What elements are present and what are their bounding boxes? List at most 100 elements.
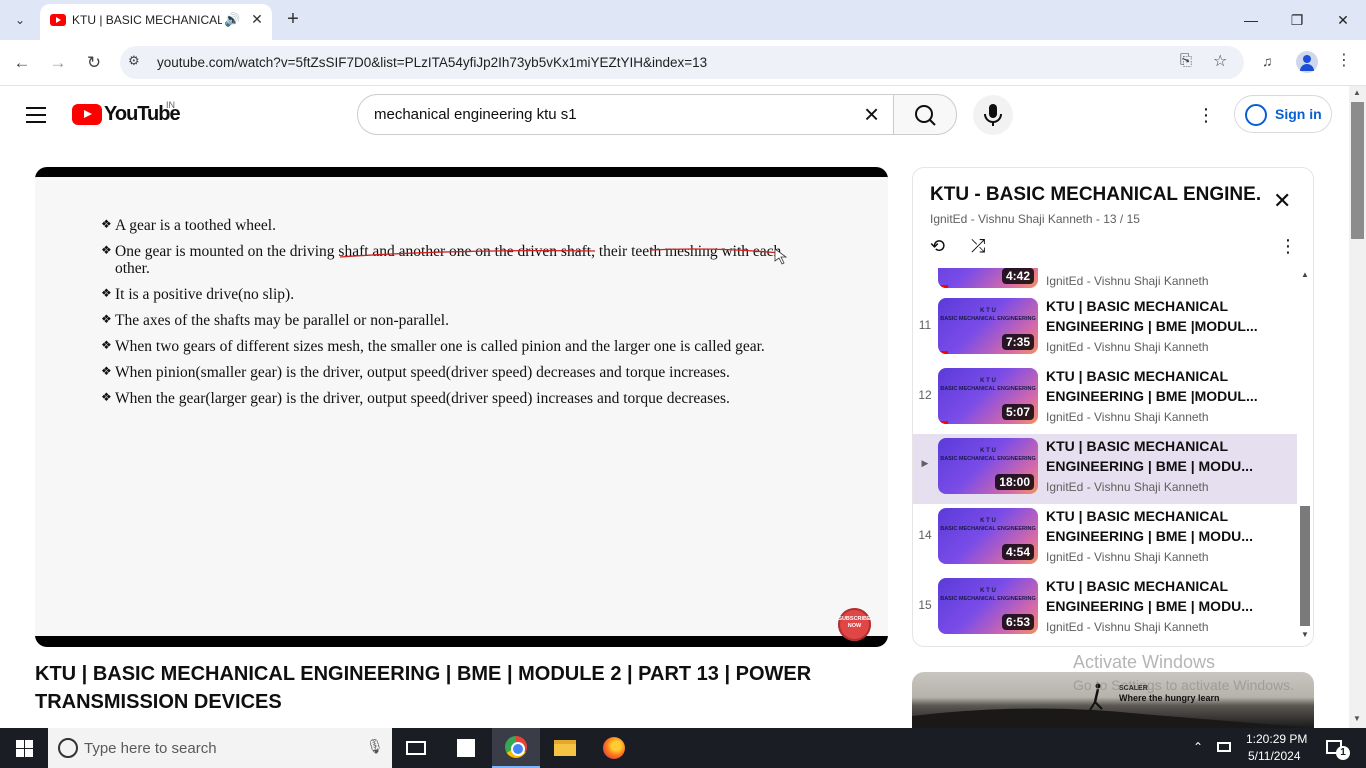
scroll-up-icon[interactable]: ▲ (1301, 270, 1309, 279)
item-index: 12 (918, 388, 932, 402)
activate-windows-subtitle: Go to Settings to activate Windows. (1073, 677, 1294, 693)
reload-icon[interactable]: ↻ (81, 50, 107, 76)
tab-strip: ⌄ KTU | BASIC MECHANICAL E 🔊 ✕ + — ❐ ✕ (0, 0, 1366, 40)
firefox-icon[interactable] (590, 728, 638, 768)
minimize-icon[interactable]: — (1236, 8, 1266, 32)
youtube-logo-icon[interactable] (72, 104, 102, 125)
clock-time[interactable]: 1:20:29 PM (1246, 732, 1307, 746)
scroll-down-icon[interactable]: ▼ (1301, 630, 1309, 639)
search-button[interactable] (893, 94, 957, 135)
hamburger-menu-icon[interactable] (26, 107, 46, 123)
video-frame-slide: ❖ A gear is a toothed wheel. ❖ One gear … (35, 177, 888, 641)
playlist-item-current[interactable]: ▶ K T U BASIC MECHANICAL ENGINEERING 18:0… (913, 434, 1297, 504)
close-icon[interactable]: ✕ (1273, 190, 1291, 212)
loop-icon[interactable]: ⟲ (930, 236, 945, 257)
playlist-item[interactable]: 12 K T U BASIC MECHANICAL ENGINEERING 5:0… (913, 364, 1297, 434)
tab-title: KTU | BASIC MECHANICAL E (72, 13, 222, 27)
video-thumbnail[interactable]: K T U BASIC MECHANICAL ENGINEERING 7:35 (938, 298, 1038, 354)
channel-name: IgnitEd - Vishnu Shaji Kanneth (1046, 620, 1209, 634)
duration-badge: 4:54 (1001, 544, 1034, 560)
scrollbar-thumb[interactable] (1351, 102, 1364, 239)
playlist-meta[interactable]: IgnitEd - Vishnu Shaji Kanneth - 13 / 15 (930, 212, 1140, 226)
duration-badge: 7:35 (1001, 334, 1034, 350)
profile-icon[interactable] (1296, 51, 1318, 73)
browser-tab[interactable]: KTU | BASIC MECHANICAL E 🔊 ✕ (40, 4, 272, 40)
new-tab-icon[interactable]: + (282, 8, 304, 30)
channel-name: IgnitEd - Vishnu Shaji Kanneth (1046, 274, 1209, 288)
star-icon[interactable]: ☆ (1213, 51, 1227, 71)
microphone-icon[interactable]: 🎙 (366, 738, 384, 755)
item-title[interactable]: KTU | BASIC MECHANICAL ENGINEERING | BME… (1046, 296, 1266, 336)
sign-in-button[interactable]: Sign in (1234, 95, 1332, 133)
video-thumbnail[interactable]: K T UBASIC MECHANICAL ENGINEERING 4:42 (938, 268, 1038, 288)
thumbnail-caption: BASIC MECHANICAL ENGINEERING (940, 526, 1036, 532)
playlist-panel: KTU - BASIC MECHANICAL ENGINE... ✕ Ignit… (912, 167, 1314, 647)
playlist-item[interactable]: 15 K T U BASIC MECHANICAL ENGINEERING 6:5… (913, 574, 1297, 644)
site-info-icon[interactable]: ⚙ (128, 53, 140, 69)
show-hidden-icons-icon[interactable]: ⌃ (1193, 740, 1203, 754)
video-thumbnail[interactable]: K T U BASIC MECHANICAL ENGINEERING 4:54 (938, 508, 1038, 564)
windows-start-icon[interactable] (0, 728, 48, 768)
video-thumbnail[interactable]: K T U BASIC MECHANICAL ENGINEERING 5:07 (938, 368, 1038, 424)
close-icon[interactable]: ✕ (248, 10, 266, 28)
video-title: KTU | BASIC MECHANICAL ENGINEERING | BME… (35, 660, 885, 716)
clear-search-icon[interactable]: × (864, 101, 879, 127)
thumbnail-caption: K T U (980, 448, 996, 454)
item-title[interactable]: KTU | BASIC MECHANICAL ENGINEERING | BME… (1046, 436, 1266, 476)
playlist-scrollbar[interactable]: ▲ ▼ (1299, 268, 1311, 646)
restore-icon[interactable]: ❐ (1282, 8, 1312, 32)
store-icon[interactable] (442, 728, 490, 768)
video-player[interactable]: ❖ A gear is a toothed wheel. ❖ One gear … (35, 167, 888, 647)
duration-badge: 18:00 (995, 474, 1034, 490)
video-title-line: TRANSMISSION DEVICES (35, 691, 282, 713)
item-title[interactable]: KTU | BASIC MECHANICAL ENGINEERING | BME… (1046, 576, 1266, 616)
page-scrollbar[interactable]: ▲ ▼ (1349, 86, 1366, 728)
taskbar-search-input[interactable]: Type here to search 🎙 (48, 728, 392, 768)
thumbnail-caption: K T U (980, 378, 996, 384)
media-icon[interactable]: ♫ (1262, 53, 1273, 69)
address-bar[interactable]: ⚙ youtube.com/watch?v=5ftZsSIF7D0&list=P… (120, 46, 1244, 79)
thumbnail-caption: BASIC MECHANICAL ENGINEERING (940, 386, 1036, 392)
task-view-icon[interactable] (392, 728, 440, 768)
browser-toolbar: ← → ↻ ⚙ youtube.com/watch?v=5ftZsSIF7D0&… (0, 40, 1366, 86)
scrollbar-thumb[interactable] (1300, 506, 1310, 626)
scroll-down-icon[interactable]: ▼ (1353, 714, 1361, 723)
video-thumbnail[interactable]: K T U BASIC MECHANICAL ENGINEERING 18:00 (938, 438, 1038, 494)
audio-icon[interactable]: 🔊 (224, 12, 240, 28)
notification-count-badge: 1 (1336, 746, 1350, 760)
search-input[interactable]: mechanical engineering ktu s1 × (357, 94, 894, 135)
item-title[interactable]: KTU | BASIC MECHANICAL ENGINEERING | BME… (1046, 506, 1266, 546)
item-index: 14 (918, 528, 932, 542)
close-window-icon[interactable]: ✕ (1328, 8, 1358, 32)
clock-date[interactable]: 5/11/2024 (1248, 749, 1301, 763)
scroll-up-icon[interactable]: ▲ (1353, 88, 1361, 97)
search-input-value[interactable]: mechanical engineering ktu s1 (374, 106, 577, 123)
forward-icon[interactable]: → (45, 50, 71, 76)
activate-windows-title: Activate Windows (1073, 652, 1216, 672)
item-index: 15 (918, 598, 932, 612)
chrome-icon[interactable] (492, 728, 540, 768)
file-explorer-icon[interactable] (541, 728, 589, 768)
cortana-icon (58, 738, 78, 758)
item-title[interactable]: KTU | BASIC MECHANICAL ENGINEERING | BME… (1046, 366, 1266, 406)
pen-annotation (339, 248, 788, 265)
network-icon[interactable] (1217, 742, 1231, 752)
playlist-item[interactable]: 11 K T U BASIC MECHANICAL ENGINEERING 7:3… (913, 294, 1297, 364)
microphone-icon (984, 104, 1002, 126)
video-thumbnail[interactable]: K T U BASIC MECHANICAL ENGINEERING 6:53 (938, 578, 1038, 634)
url-text[interactable]: youtube.com/watch?v=5ftZsSIF7D0&list=PLz… (157, 55, 707, 70)
menu-icon[interactable]: ⋮ (1334, 50, 1354, 70)
thumbnail-caption: BASIC MECHANICAL ENGINEERING (940, 596, 1036, 602)
back-icon[interactable]: ← (9, 50, 35, 76)
settings-more-icon[interactable]: ⋮ (1196, 104, 1216, 126)
voice-search-button[interactable] (973, 95, 1013, 135)
account-icon (1245, 104, 1267, 126)
playlist-item[interactable]: 14 K T U BASIC MECHANICAL ENGINEERING 4:5… (913, 504, 1297, 574)
video-title-line: KTU | BASIC MECHANICAL ENGINEERING | BME… (35, 663, 812, 685)
tab-search-icon[interactable]: ⌄ (6, 8, 34, 32)
playlist-title[interactable]: KTU - BASIC MECHANICAL ENGINE... (930, 184, 1260, 206)
taskbar: Type here to search 🎙 ⌃ 1:20:29 PM 5/11/… (0, 728, 1366, 768)
shuffle-icon[interactable]: ⤮ (971, 236, 985, 257)
install-icon[interactable]: ⎘ (1180, 52, 1192, 69)
more-actions-icon[interactable]: ⋮ (1279, 236, 1297, 257)
